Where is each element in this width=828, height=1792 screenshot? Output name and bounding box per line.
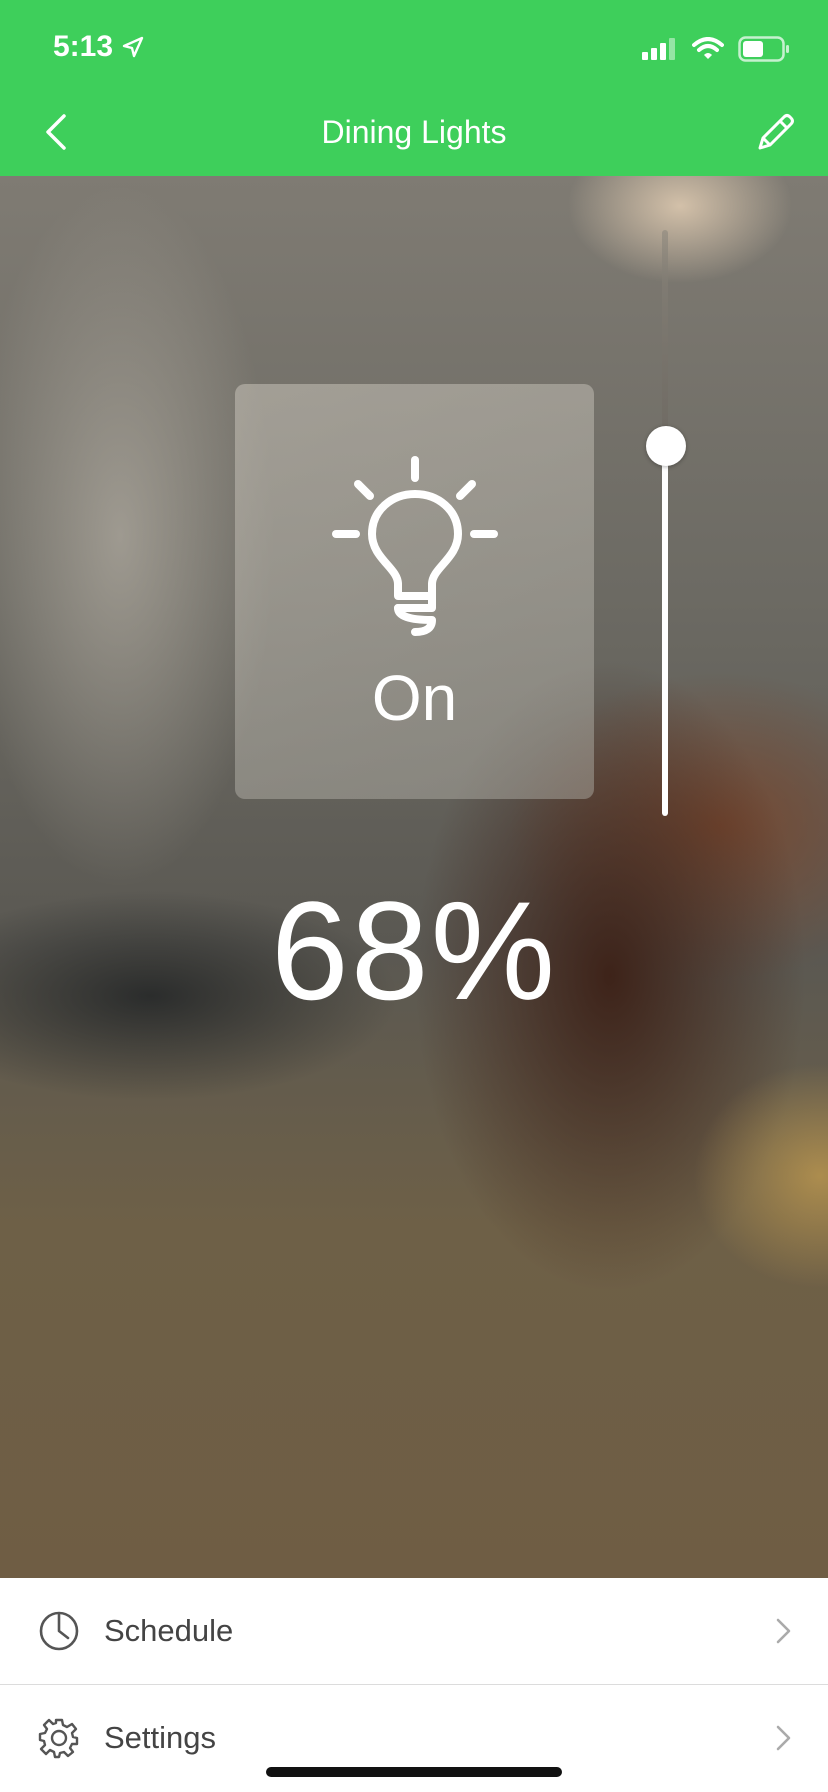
menu-item-label: Schedule	[104, 1613, 234, 1648]
device-control-area: On 68%	[0, 176, 828, 1578]
status-time: 5:13	[53, 30, 114, 63]
page-title: Dining Lights	[321, 114, 507, 150]
light-state-label: On	[371, 662, 458, 734]
status-icons	[642, 36, 790, 62]
device-menu: Schedule Settings	[0, 1578, 828, 1792]
clock-icon	[39, 1611, 79, 1651]
pencil-edit-icon[interactable]	[752, 110, 798, 156]
light-toggle-card[interactable]: On	[235, 384, 594, 799]
status-time-group: 5:13	[53, 30, 145, 64]
chevron-right-icon	[776, 1618, 791, 1644]
slider-thumb[interactable]	[646, 426, 686, 466]
home-indicator[interactable]	[266, 1767, 562, 1777]
cellular-signal-icon	[642, 38, 675, 60]
top-bar: 5:13 Dining Lights	[0, 0, 828, 176]
wifi-icon	[692, 37, 724, 59]
brightness-percentage: 68%	[270, 872, 558, 1029]
slider-track-filled	[662, 446, 668, 816]
menu-item-schedule[interactable]: Schedule	[0, 1578, 828, 1685]
brightness-slider[interactable]	[646, 230, 686, 830]
lightbulb-icon	[332, 456, 498, 636]
menu-item-label: Settings	[104, 1720, 217, 1755]
gear-icon	[38, 1718, 79, 1759]
battery-icon	[738, 36, 789, 62]
location-arrow-icon	[122, 36, 144, 58]
chevron-right-icon	[776, 1725, 791, 1751]
slider-track-remaining	[662, 230, 668, 446]
